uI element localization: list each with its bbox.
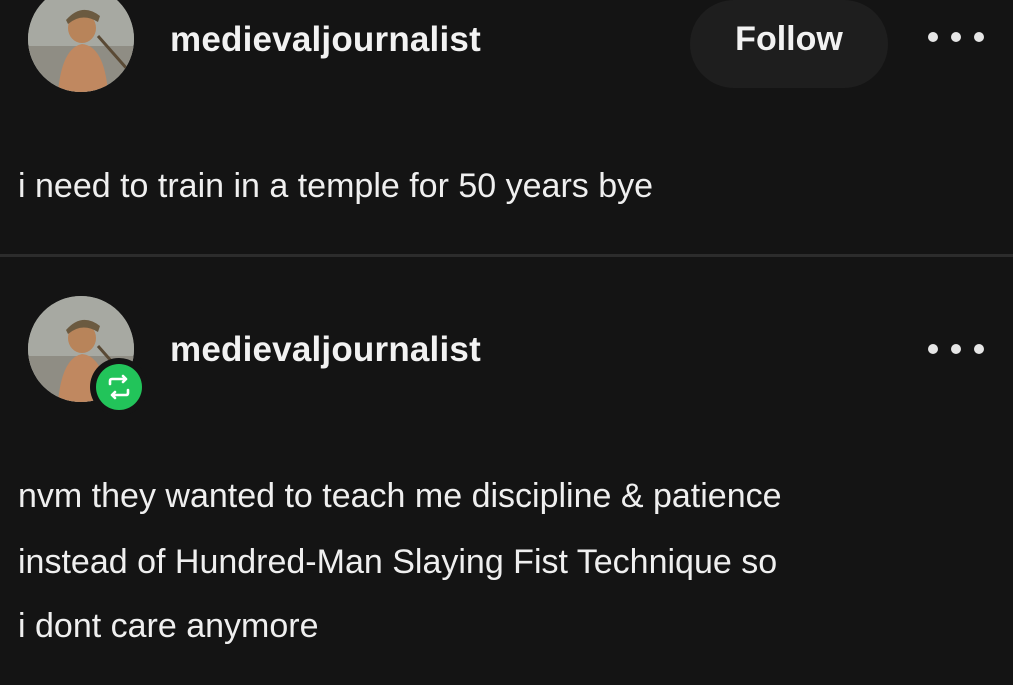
post-feed: medievaljournalist Follow i need to trai… bbox=[0, 0, 1013, 685]
avatar[interactable] bbox=[28, 0, 134, 92]
more-horizontal-icon[interactable] bbox=[928, 27, 984, 47]
post-body-line: nvm they wanted to teach me discipline &… bbox=[18, 477, 782, 515]
username[interactable]: medievaljournalist bbox=[170, 20, 481, 60]
reblog-badge bbox=[90, 358, 148, 416]
post-divider bbox=[0, 254, 1013, 257]
avatar-image bbox=[28, 0, 134, 92]
reblog-icon bbox=[96, 364, 142, 410]
post-body-line: i dont care anymore bbox=[18, 607, 319, 645]
post-body-line: instead of Hundred-Man Slaying Fist Tech… bbox=[18, 543, 778, 581]
more-horizontal-icon[interactable] bbox=[928, 339, 984, 359]
post-body: i need to train in a temple for 50 years… bbox=[18, 167, 654, 205]
username[interactable]: medievaljournalist bbox=[170, 330, 481, 370]
follow-button[interactable]: Follow bbox=[690, 0, 888, 88]
